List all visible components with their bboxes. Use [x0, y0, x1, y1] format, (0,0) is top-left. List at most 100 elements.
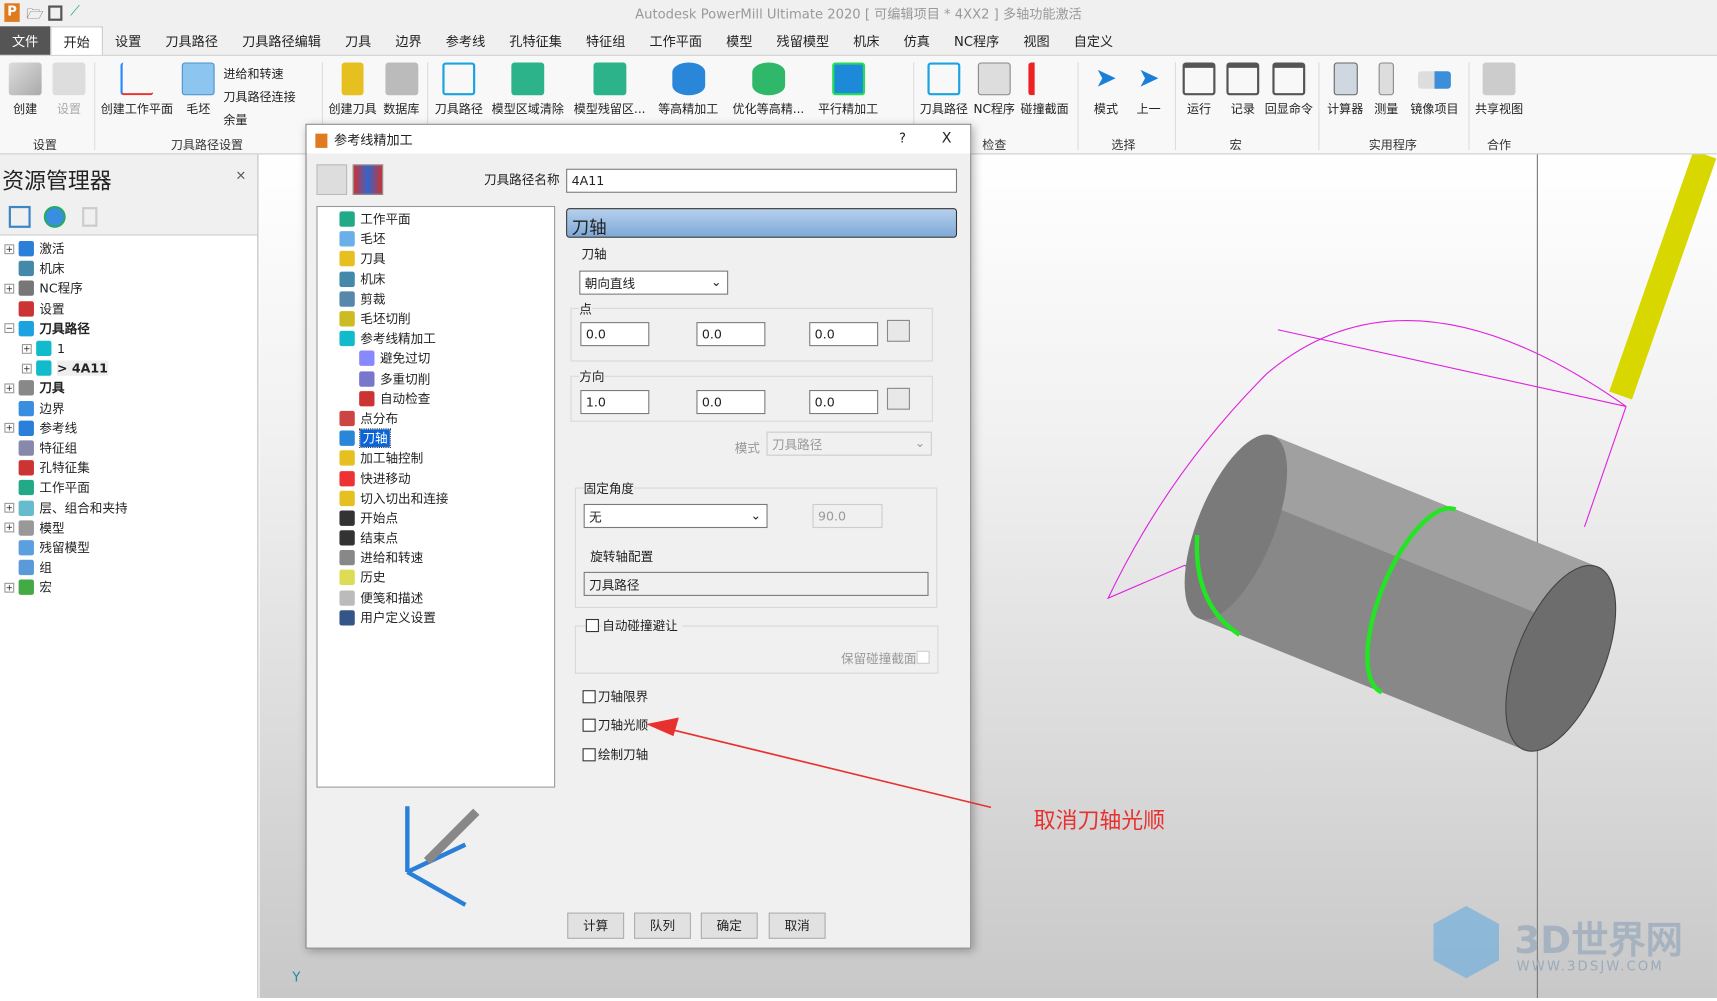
explorer-item[interactable]: +组: [4, 558, 257, 578]
dialog-tree-item[interactable]: 参考线精加工: [326, 329, 554, 349]
tab-tool[interactable]: 刀具: [333, 26, 383, 54]
direction-i-input[interactable]: 1.0: [580, 389, 650, 415]
model-rest-button[interactable]: 模型残留区...: [574, 62, 646, 117]
explorer-item[interactable]: +设置: [4, 299, 257, 319]
direction-k-input[interactable]: 0.0: [809, 389, 879, 415]
help-button[interactable]: ?: [899, 130, 906, 145]
dialog-tree-item[interactable]: 避免过切: [326, 349, 554, 369]
explorer-item[interactable]: +1: [4, 338, 257, 358]
run-macro-button[interactable]: 运行: [1182, 62, 1216, 117]
axis-dropdown[interactable]: 朝向直线 ⌄: [579, 270, 729, 295]
axis-smoothing-checkbox[interactable]: [582, 718, 596, 732]
check-nc-button[interactable]: NC程序: [973, 62, 1015, 117]
tab-pattern[interactable]: 参考线: [434, 26, 498, 54]
ok-button[interactable]: 确定: [700, 912, 758, 939]
dialog-tree-item[interactable]: 点分布: [326, 408, 554, 428]
mirror-button[interactable]: 镜像项目: [1410, 62, 1459, 117]
measure-button[interactable]: 测量: [1374, 62, 1398, 117]
explorer-item[interactable]: +残留模型: [4, 538, 257, 558]
share-view-button[interactable]: 共享视图: [1475, 62, 1523, 117]
explorer-item[interactable]: − 刀具路径: [4, 319, 257, 339]
check-toolpath-button[interactable]: 刀具路径: [920, 62, 968, 117]
block-button[interactable]: 毛坯: [181, 62, 215, 117]
dialog-tree-item[interactable]: 开始点: [326, 508, 554, 528]
xyz-list-icon[interactable]: [886, 319, 910, 342]
tab-boundary[interactable]: 边界: [383, 26, 433, 54]
tab-features[interactable]: 特征组: [574, 26, 638, 54]
create-button[interactable]: 创建: [8, 62, 42, 117]
tab-file[interactable]: 文件: [0, 26, 51, 55]
tab-simulation[interactable]: 仿真: [892, 26, 942, 54]
point-y-input[interactable]: 0.0: [696, 322, 766, 347]
explorer-item[interactable]: +边界: [4, 398, 257, 418]
dialog-tree-item[interactable]: 结束点: [326, 528, 554, 548]
expand-icon[interactable]: +: [4, 383, 15, 394]
explorer-item[interactable]: + 层、组合和夹持: [4, 498, 257, 518]
explorer-item[interactable]: + 参考线: [4, 418, 257, 438]
tab-workplane[interactable]: 工作平面: [637, 26, 714, 54]
explorer-item[interactable]: +孔特征集: [4, 458, 257, 478]
mode-dropdown[interactable]: 刀具路径 ⌄: [766, 431, 932, 456]
fixed-angle-dropdown[interactable]: 无 ⌄: [583, 503, 768, 529]
dialog-tree-item[interactable]: 切入切出和连接: [326, 488, 554, 508]
model-area-clearance-button[interactable]: 模型区域清除: [492, 62, 564, 117]
calculator-button[interactable]: 计算器: [1327, 62, 1363, 117]
explorer-item[interactable]: +机床: [4, 259, 257, 279]
database-button[interactable]: 数据库: [383, 62, 419, 117]
dialog-tree-item[interactable]: 剪裁: [326, 289, 554, 309]
raster-finishing-button[interactable]: 平行精加工: [818, 62, 878, 117]
fixed-angle-input[interactable]: 90.0: [812, 503, 883, 529]
point-z-input[interactable]: 0.0: [809, 322, 879, 347]
dialog-tree-item[interactable]: 便笺和描述: [326, 588, 554, 608]
feeds-speeds-button[interactable]: 进给和转速: [223, 65, 283, 83]
calculate-button[interactable]: 计算: [567, 912, 625, 939]
explorer-item[interactable]: + > 4A11: [4, 358, 257, 378]
toolpath-name-input[interactable]: 4A11: [566, 168, 958, 193]
toolpath-button[interactable]: 刀具路径: [435, 62, 483, 117]
explorer-item[interactable]: + 宏: [4, 578, 257, 598]
echo-commands-button[interactable]: 回显命令: [1265, 62, 1313, 117]
close-button[interactable]: X: [942, 130, 952, 146]
settings-button[interactable]: 设置: [52, 62, 86, 117]
dialog-tree-item[interactable]: 多重切削: [326, 369, 554, 389]
tab-machine[interactable]: 机床: [841, 26, 891, 54]
toolpath-connections-button[interactable]: 刀具路径连接: [223, 88, 295, 106]
optimized-constant-z-button[interactable]: 优化等高精...: [733, 62, 804, 117]
keep-collision-checkbox[interactable]: [916, 650, 930, 664]
expand-icon[interactable]: +: [4, 522, 15, 533]
dialog-tree-item[interactable]: 历史: [326, 568, 554, 588]
globe-icon[interactable]: [43, 205, 66, 228]
point-x-input[interactable]: 0.0: [580, 322, 650, 347]
tab-toolpath-edit[interactable]: 刀具路径编辑: [230, 26, 333, 54]
trash-icon[interactable]: [82, 207, 98, 227]
dialog-tree-item[interactable]: 毛坯切削: [326, 309, 554, 329]
rotary-config-field[interactable]: 刀具路径: [583, 571, 929, 596]
draw-axis-checkbox[interactable]: [582, 748, 596, 762]
explorer-item[interactable]: + 激活: [4, 239, 257, 259]
auto-collision-checkbox[interactable]: [585, 618, 599, 633]
tab-setup[interactable]: 设置: [103, 26, 153, 54]
expand-icon[interactable]: +: [21, 363, 32, 374]
tree-view-icon[interactable]: [8, 205, 31, 228]
collapse-icon[interactable]: −: [4, 323, 15, 334]
axis-limits-checkbox[interactable]: [582, 690, 596, 704]
tab-stock-model[interactable]: 残留模型: [765, 26, 842, 54]
create-tool-button[interactable]: 创建刀具: [329, 62, 377, 117]
expand-icon[interactable]: +: [4, 243, 15, 254]
close-icon[interactable]: ×: [235, 168, 246, 183]
template-icon[interactable]: [316, 164, 348, 195]
create-workplane-button[interactable]: 创建工作平面: [101, 62, 173, 117]
dialog-tree-item[interactable]: 工作平面: [326, 209, 554, 229]
explorer-item[interactable]: + NC程序: [4, 279, 257, 299]
dialog-tree-item[interactable]: 机床: [326, 269, 554, 289]
explorer-item[interactable]: + 刀具: [4, 378, 257, 398]
dialog-tree-item[interactable]: 自动检查: [326, 389, 554, 409]
expand-icon[interactable]: +: [4, 582, 15, 593]
dialog-tree-item[interactable]: 用户定义设置: [326, 608, 554, 628]
expand-icon[interactable]: +: [4, 283, 15, 294]
tab-toolpath[interactable]: 刀具路径: [153, 26, 230, 54]
explorer-item[interactable]: + 模型: [4, 518, 257, 538]
preview-icon[interactable]: [352, 164, 384, 195]
dialog-tree-item[interactable]: 刀轴: [326, 428, 554, 449]
expand-icon[interactable]: +: [4, 423, 15, 434]
